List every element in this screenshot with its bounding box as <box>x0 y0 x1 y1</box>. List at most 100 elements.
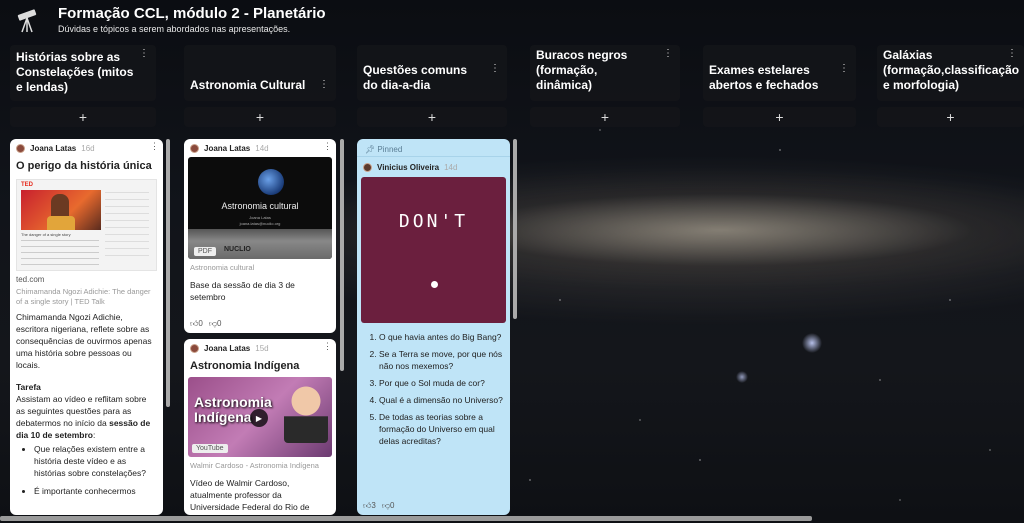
post-card[interactable]: Joana Latas 16d ⋮ O perigo da história ú… <box>10 139 163 515</box>
task-list: Que relações existem entre a história de… <box>10 443 163 497</box>
attachment-preview[interactable]: Astronomia cultural Joana Latas joana.la… <box>188 157 332 259</box>
pin-icon: 📌︎ <box>365 145 376 154</box>
post-body: Base da sessão de dia 3 de setembro <box>190 280 295 302</box>
column-buracos-negros: Buracos negros (formação, dinâmica) ⋮ + <box>530 45 680 127</box>
horizontal-scrollbar[interactable] <box>0 516 812 521</box>
file-type-badge: YouTube <box>192 444 228 453</box>
column-menu-icon[interactable]: ⋮ <box>139 48 149 59</box>
post-author: Joana Latas 14d <box>184 139 336 153</box>
post-card[interactable]: Joana Latas 14d ⋮ Astronomia cultural Jo… <box>184 139 336 333</box>
column-menu-icon[interactable]: ⋮ <box>319 79 329 90</box>
column-galaxias: Galáxias (formação,classificação e morfo… <box>877 45 1024 127</box>
post-time: 15d <box>255 343 269 353</box>
post-title: Astronomia Indígena <box>190 360 300 372</box>
link-title[interactable]: Chimamanda Ngozi Adichie: The danger of … <box>10 287 163 307</box>
post-time: 16d <box>81 143 95 153</box>
avatar <box>363 162 372 172</box>
column-title: Buracos negros (formação, dinâmica) <box>536 48 628 92</box>
add-post-button[interactable]: + <box>10 107 156 127</box>
list-item: Que relações existem entre a história de… <box>34 443 157 479</box>
link-domain[interactable]: ted.com <box>10 275 163 284</box>
like-button[interactable]: 👍︎0 <box>190 319 203 329</box>
board-title: Formação CCL, módulo 2 - Planetário <box>58 5 326 22</box>
list-item: É importante conhecermos <box>34 485 157 497</box>
column-astronomia-cultural: Astronomia Cultural ⋮ + <box>184 45 336 127</box>
column-exames-estelares: Exames estelares abertos e fechados ⋮ + <box>703 45 856 127</box>
column-header: Astronomia Cultural ⋮ <box>184 45 336 101</box>
ted-logo: TED <box>21 182 33 188</box>
column-header: Galáxias (formação,classificação e morfo… <box>877 45 1024 101</box>
attachment-source[interactable]: Astronomia cultural <box>184 263 336 273</box>
post-title: O perigo da história única <box>16 160 152 172</box>
post-time: 14d <box>444 162 458 172</box>
dislike-button[interactable]: 👎︎0 <box>382 501 395 511</box>
post-body: Chimamanda Ngozi Adichie, escritora nige… <box>16 312 152 370</box>
column-title: Histórias sobre as Constelações (mitos e… <box>16 50 134 94</box>
author-name: Vinicius Oliveira <box>377 162 440 172</box>
nuclio-logo: NUCLIO <box>224 246 251 253</box>
dislike-button[interactable]: 👎︎0 <box>209 319 222 329</box>
post-menu-icon[interactable]: ⋮ <box>150 141 159 152</box>
list-item: Por que o Sol muda de cor? <box>379 377 504 389</box>
file-type-badge: PDF <box>194 247 216 256</box>
column-menu-icon[interactable]: ⋮ <box>663 48 673 59</box>
column-header: Exames estelares abertos e fechados ⋮ <box>703 45 856 101</box>
task-text: Assistam ao vídeo e reflitam sobre as se… <box>16 394 151 440</box>
add-post-button[interactable]: + <box>530 107 680 127</box>
add-post-button[interactable]: + <box>357 107 507 127</box>
column-menu-icon[interactable]: ⋮ <box>839 63 849 74</box>
list-item: Se a Terra se move, por que nós não nos … <box>379 348 504 372</box>
list-item: O que havia antes do Big Bang? <box>379 331 504 343</box>
attachment-source[interactable]: Walmir Cardoso - Astronomia Indígena <box>184 461 336 471</box>
author-name: Joana Latas <box>204 143 251 153</box>
column-header: Buracos negros (formação, dinâmica) ⋮ <box>530 45 680 101</box>
board-subtitle: Dúvidas e tópicos a serem abordados nas … <box>58 24 291 34</box>
column-header: Histórias sobre as Constelações (mitos e… <box>10 45 156 101</box>
thumbs-down-icon: 👎︎ <box>208 319 217 328</box>
video-thumbnail <box>21 190 101 230</box>
add-post-button[interactable]: + <box>703 107 856 127</box>
task-heading: Tarefa <box>16 382 41 392</box>
column-scrollbar[interactable] <box>513 139 517 319</box>
column-title: Galáxias (formação,classificação e morfo… <box>883 48 1020 92</box>
thumbs-down-icon: 👎︎ <box>381 501 390 510</box>
column-menu-icon[interactable]: ⋮ <box>490 63 500 74</box>
video-thumbnail[interactable]: Astronomia Indígena ▶ YouTube <box>188 377 332 457</box>
slide-title: Astronomia cultural <box>221 201 299 211</box>
post-time: 14d <box>255 143 269 153</box>
add-post-button[interactable]: + <box>184 107 336 127</box>
image-text: DON'T <box>398 211 469 232</box>
post-author: Joana Latas 16d <box>10 139 163 153</box>
post-menu-icon[interactable]: ⋮ <box>323 341 332 352</box>
column-questoes: Questões comuns do dia-a-dia ⋮ + <box>357 45 507 127</box>
video-caption: The danger of a single story <box>21 232 71 237</box>
list-item: Qual é a dimensão no Universo? <box>379 394 504 406</box>
column-title: Exames estelares abertos e fechados <box>709 63 819 92</box>
pinned-post-card[interactable]: 📌︎ Pinned Vinicius Oliveira 14d DON'T O … <box>357 139 510 515</box>
post-author: Joana Latas 15d <box>184 339 336 353</box>
thumbnail-text: Astronomia Indígena <box>194 394 272 425</box>
column-constelacoes: Histórias sobre as Constelações (mitos e… <box>10 45 156 127</box>
post-menu-icon[interactable]: ⋮ <box>323 141 332 152</box>
avatar <box>16 143 25 153</box>
earth-image <box>258 169 284 195</box>
presenter-photo <box>284 383 328 443</box>
column-title: Questões comuns do dia-a-dia <box>363 63 468 92</box>
post-body: Vídeo de Walmir Cardoso, atualmente prof… <box>190 478 310 512</box>
avatar <box>190 143 199 153</box>
reactions: 👍︎0 👎︎0 <box>184 315 336 333</box>
column-scrollbar[interactable] <box>166 139 170 407</box>
link-preview-image[interactable]: TED The danger of a single story <box>16 179 157 271</box>
questions-list: O que havia antes do Big Bang? Se a Terr… <box>357 331 510 447</box>
column-scrollbar[interactable] <box>340 139 344 371</box>
column-menu-icon[interactable]: ⋮ <box>1007 48 1017 59</box>
add-post-button[interactable]: + <box>877 107 1024 127</box>
board-header: Formação CCL, módulo 2 - Planetário Dúvi… <box>14 2 326 38</box>
play-icon[interactable]: ▶ <box>250 409 268 427</box>
column-header: Questões comuns do dia-a-dia ⋮ <box>357 45 507 101</box>
column-title: Astronomia Cultural <box>190 78 306 92</box>
post-card[interactable]: Joana Latas 15d ⋮ Astronomia Indígena As… <box>184 339 336 515</box>
like-button[interactable]: 👍︎3 <box>363 501 376 511</box>
post-image[interactable]: DON'T <box>361 177 506 323</box>
author-name: Joana Latas <box>204 343 251 353</box>
